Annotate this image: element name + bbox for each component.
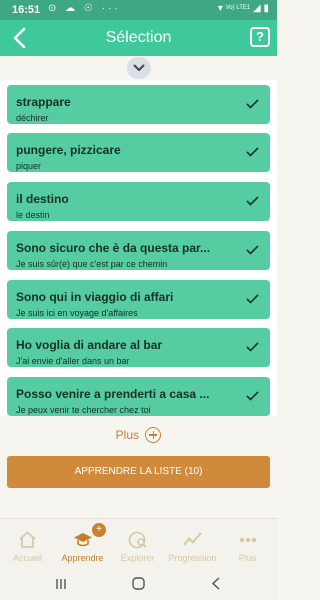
tab-label: Progression bbox=[168, 553, 217, 563]
more-label: Plus bbox=[115, 428, 139, 442]
check-icon[interactable] bbox=[246, 147, 259, 157]
tab-label: Explorer bbox=[120, 553, 155, 563]
tab-progression[interactable]: Progression bbox=[165, 519, 220, 569]
item-translation: Je suis ici en voyage d'affaires bbox=[16, 308, 138, 318]
tab-learn[interactable]: + Apprendre bbox=[55, 519, 110, 569]
item-translation: J'ai envie d'aller dans un bar bbox=[16, 356, 130, 366]
item-translation: déchirer bbox=[16, 113, 49, 123]
progression-icon bbox=[183, 532, 202, 546]
check-icon[interactable] bbox=[246, 99, 259, 109]
collapse-toggle[interactable] bbox=[127, 57, 151, 79]
item-phrase: Ho voglia di andare al bar bbox=[16, 338, 163, 352]
item-phrase: Posso venire a prenderti a casa ... bbox=[16, 387, 210, 401]
notification-icons: ⊙ ☁ ☉ ··· bbox=[48, 3, 121, 14]
page-title: Sélection bbox=[105, 29, 172, 46]
tab-label: Apprendre bbox=[61, 553, 104, 563]
item-phrase: pungere, pizzicare bbox=[16, 143, 121, 157]
item-translation: Je peux venir te chercher chez toi bbox=[16, 405, 151, 415]
list-item[interactable]: pungere, pizzicare piquer bbox=[7, 133, 270, 172]
help-icon[interactable]: ? bbox=[250, 27, 270, 47]
tab-more[interactable]: Plus bbox=[220, 519, 275, 569]
wifi-icon: ▾ bbox=[217, 3, 223, 14]
check-icon[interactable] bbox=[246, 294, 259, 304]
list-item[interactable]: Ho voglia di andare al bar J'ai envie d'… bbox=[7, 328, 270, 367]
tab-label: Accueil bbox=[12, 553, 42, 563]
list-item[interactable]: strappare déchirer bbox=[7, 85, 270, 124]
check-icon[interactable] bbox=[246, 196, 259, 206]
list-item[interactable]: Sono sicuro che è da questa par... Je su… bbox=[7, 231, 270, 270]
tab-badge: + bbox=[92, 523, 106, 537]
bottom-nav: Accueil + Apprendre Explorer Progression… bbox=[0, 518, 277, 570]
item-phrase: Sono qui in viaggio di affari bbox=[16, 290, 174, 304]
signal-icon: ◢ bbox=[253, 3, 261, 14]
back-nav-icon[interactable] bbox=[211, 577, 221, 590]
network-label: Vo) LTE1 bbox=[225, 5, 251, 12]
check-icon[interactable] bbox=[246, 245, 259, 255]
home-icon bbox=[19, 531, 36, 548]
learn-list-button[interactable]: APPRENDRE LA LISTE (10) bbox=[7, 456, 270, 488]
battery-icon: ▮ bbox=[263, 3, 269, 14]
list-item[interactable]: il destino le destin bbox=[7, 182, 270, 221]
tab-home[interactable]: Accueil bbox=[0, 519, 55, 569]
item-translation: le destin bbox=[16, 210, 50, 220]
list-item[interactable]: Posso venire a prenderti a casa ... Je p… bbox=[7, 377, 270, 416]
check-icon[interactable] bbox=[246, 342, 259, 352]
item-translation: piquer bbox=[16, 161, 42, 171]
status-time: 16:51 bbox=[12, 4, 41, 16]
item-translation: Je suis sûr(e) que c'est par ce chemin bbox=[16, 259, 168, 269]
more-button[interactable]: Plus bbox=[0, 427, 277, 445]
plus-circle-icon bbox=[145, 427, 162, 443]
network-icons: ▾ Vo) LTE1 ◢ ▮ bbox=[218, 3, 269, 14]
item-phrase: il destino bbox=[16, 192, 69, 206]
graduation-cap-icon bbox=[74, 533, 92, 547]
status-bar: 16:51 ⊙ ☁ ☉ ··· ▾ Vo) LTE1 ◢ ▮ bbox=[0, 0, 277, 20]
item-phrase: Sono sicuro che è da questa par... bbox=[16, 241, 211, 255]
top-app-bar: Sélection ? bbox=[0, 20, 277, 56]
tab-explore[interactable]: Explorer bbox=[110, 519, 165, 569]
explore-icon bbox=[128, 531, 147, 549]
home-button-icon[interactable] bbox=[132, 577, 145, 590]
item-phrase: strappare bbox=[16, 95, 71, 109]
chevron-down-icon bbox=[133, 64, 145, 71]
system-nav-bar bbox=[0, 569, 277, 600]
selection-list: strappare déchirer pungere, pizzicare pi… bbox=[0, 80, 277, 416]
more-dots-icon bbox=[239, 537, 257, 543]
list-item[interactable]: Sono qui in viaggio di affari Je suis ic… bbox=[7, 280, 270, 319]
recents-icon[interactable] bbox=[55, 578, 67, 590]
check-icon[interactable] bbox=[246, 391, 259, 401]
tab-label: Plus bbox=[238, 553, 257, 563]
